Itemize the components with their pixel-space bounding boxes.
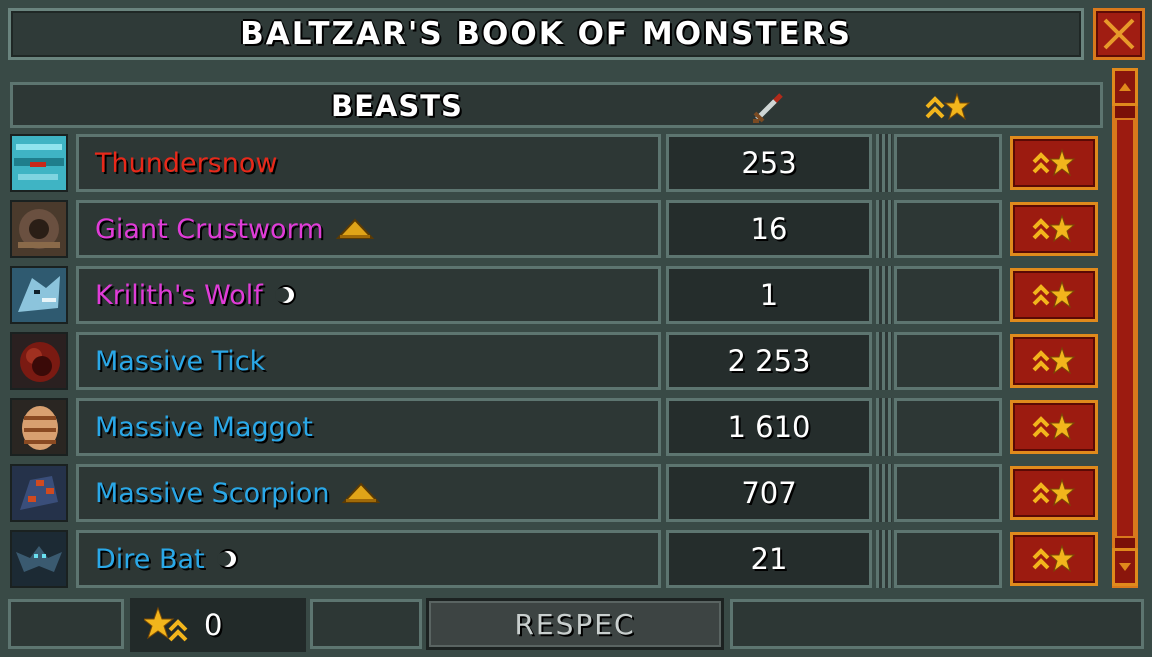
monster-name-cell[interactable]: Dire Bat (76, 530, 661, 588)
star-level-cell (894, 134, 1002, 192)
upgrade-button[interactable] (1010, 268, 1098, 322)
column-separator (876, 134, 892, 192)
kill-count: 21 (750, 542, 788, 576)
arrow-up-icon (1119, 83, 1131, 91)
warning-triangle-icon (341, 482, 380, 503)
monster-badge (341, 482, 380, 504)
monster-name: Giant Crustworm (95, 213, 324, 245)
column-separator (876, 530, 892, 588)
monster-name: Massive Maggot (95, 411, 313, 443)
points-display: 0 (130, 598, 306, 652)
table-row: Massive Scorpion 707 (10, 464, 1103, 524)
monster-name-cell[interactable]: Krilith's Wolf (76, 266, 661, 324)
monster-name: Krilith's Wolf (95, 279, 263, 311)
kill-count: 2 253 (727, 344, 811, 378)
kill-count-cell: 1 610 (666, 398, 872, 456)
arrow-down-icon (1119, 563, 1131, 571)
monster-name: Dire Bat (95, 543, 205, 575)
table-row: Giant Crustworm 16 (10, 200, 1103, 260)
moon-icon (216, 549, 238, 569)
monster-name-cell[interactable]: Massive Maggot (76, 398, 661, 456)
chevron-star-icon (1032, 214, 1076, 243)
monster-portrait (10, 134, 68, 192)
column-separator (876, 266, 892, 324)
table-row: Dire Bat 21 (10, 530, 1103, 590)
kill-count-cell: 1 (666, 266, 872, 324)
warning-triangle-icon (335, 218, 374, 239)
window-title: BALTZAR'S BOOK OF MONSTERS (240, 16, 852, 52)
kill-count: 1 (759, 278, 779, 312)
sword-icon (753, 93, 783, 123)
table-row: Thundersnow 253 (10, 134, 1103, 194)
chevron-star-icon (925, 92, 971, 121)
scroll-down-button[interactable] (1112, 548, 1138, 586)
scrollbar-thumb[interactable] (1115, 118, 1135, 538)
upgrade-button[interactable] (1010, 202, 1098, 256)
monster-name: Thundersnow (95, 147, 278, 179)
kill-count: 253 (741, 146, 797, 180)
monster-portrait (10, 332, 68, 390)
kill-count-cell: 253 (666, 134, 872, 192)
star-chevron-icon (144, 606, 188, 642)
moon-icon (274, 285, 296, 305)
upgrade-button[interactable] (1010, 136, 1098, 190)
star-level-cell (894, 530, 1002, 588)
respec-button[interactable]: RESPEC (426, 598, 724, 650)
kill-count: 1 610 (727, 410, 811, 444)
monster-portrait (10, 464, 68, 522)
kill-count: 16 (750, 212, 788, 246)
star-level-cell (894, 332, 1002, 390)
kill-count: 707 (741, 476, 797, 510)
points-value: 0 (204, 608, 223, 642)
table-row: Massive Maggot 1 610 (10, 398, 1103, 458)
monster-name-cell[interactable]: Giant Crustworm (76, 200, 661, 258)
category-header: BEASTS (331, 89, 463, 123)
chevron-star-icon (1032, 412, 1076, 441)
respec-label: RESPEC (514, 607, 636, 641)
star-level-cell (894, 266, 1002, 324)
close-icon (1103, 18, 1135, 50)
kill-count-cell: 16 (666, 200, 872, 258)
table-row: Massive Tick 2 253 (10, 332, 1103, 392)
title-bar: BALTZAR'S BOOK OF MONSTERS (8, 8, 1084, 60)
star-level-cell (894, 464, 1002, 522)
monster-name: Massive Tick (95, 345, 266, 377)
monster-portrait (10, 266, 68, 324)
monster-name-cell[interactable]: Thundersnow (76, 134, 661, 192)
table-header: BEASTS (10, 82, 1103, 128)
column-separator (876, 332, 892, 390)
footer-mid-cell (310, 599, 422, 649)
footer-right-cell (730, 599, 1144, 649)
chevron-star-icon (1032, 148, 1076, 177)
monster-portrait (10, 530, 68, 588)
upgrade-button[interactable] (1010, 532, 1098, 586)
star-level-cell (894, 200, 1002, 258)
footer-left-cell (8, 599, 124, 649)
scroll-up-button[interactable] (1112, 68, 1138, 106)
upgrade-button[interactable] (1010, 400, 1098, 454)
monster-badge (335, 218, 374, 240)
monster-badge (216, 548, 239, 570)
upgrade-button[interactable] (1010, 466, 1098, 520)
column-separator (876, 464, 892, 522)
star-level-cell (894, 398, 1002, 456)
chevron-star-icon (1032, 478, 1076, 507)
monster-portrait (10, 200, 68, 258)
kill-count-cell: 707 (666, 464, 872, 522)
monster-portrait (10, 398, 68, 456)
chevron-star-icon (1032, 346, 1076, 375)
column-separator (876, 200, 892, 258)
monster-name-cell[interactable]: Massive Tick (76, 332, 661, 390)
monster-name: Massive Scorpion (95, 477, 330, 509)
table-row: Krilith's Wolf 1 (10, 266, 1103, 326)
upgrade-button[interactable] (1010, 334, 1098, 388)
monster-badge (274, 284, 297, 306)
chevron-star-icon (1032, 544, 1076, 573)
kill-count-cell: 2 253 (666, 332, 872, 390)
chevron-star-icon (1032, 280, 1076, 309)
column-separator (876, 398, 892, 456)
monster-name-cell[interactable]: Massive Scorpion (76, 464, 661, 522)
close-button[interactable] (1093, 8, 1145, 60)
kill-count-cell: 21 (666, 530, 872, 588)
